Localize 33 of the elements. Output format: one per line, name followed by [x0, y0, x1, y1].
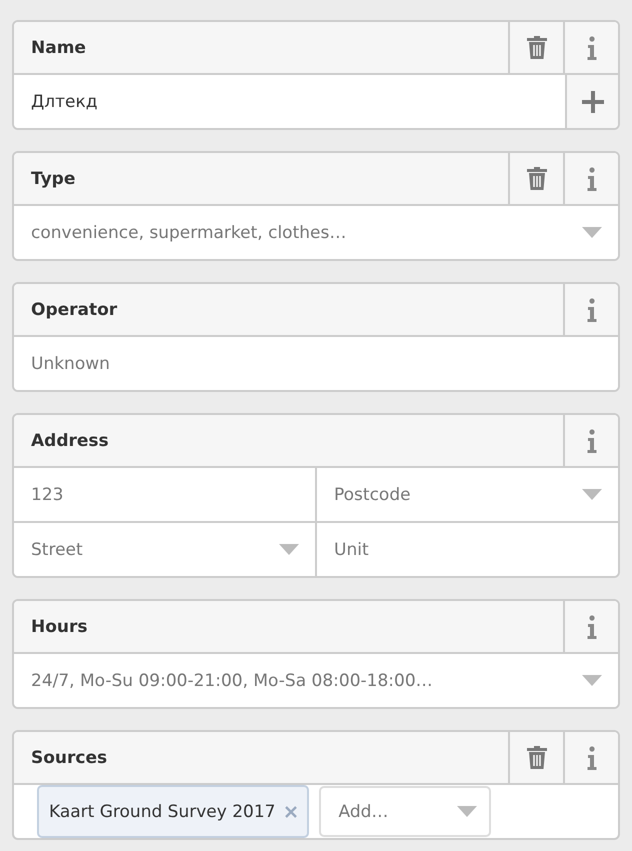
info-icon: [586, 36, 596, 60]
field-label: Type: [30, 168, 76, 190]
field-label: Sources: [30, 746, 108, 770]
info-icon: [586, 614, 596, 638]
caret-icon: [582, 227, 602, 238]
info-icon: [586, 298, 596, 322]
trash-icon: [526, 167, 546, 190]
info-button[interactable]: [563, 415, 618, 466]
caret-icon: [279, 544, 299, 555]
close-icon: [285, 806, 298, 818]
info-button[interactable]: [563, 601, 618, 652]
info-icon: [586, 746, 596, 770]
add-button[interactable]: [565, 75, 618, 128]
caret-icon: [582, 489, 602, 500]
field-label: Hours: [30, 616, 89, 638]
caret-icon: [457, 806, 478, 817]
info-icon: [586, 428, 596, 452]
info-button[interactable]: [563, 284, 618, 335]
info-button[interactable]: [563, 153, 618, 204]
plus-icon: [582, 90, 604, 112]
info-icon: [586, 166, 596, 190]
info-button[interactable]: [563, 732, 618, 783]
info-button[interactable]: [563, 22, 618, 73]
add-combo-field[interactable]: Add…: [319, 786, 492, 837]
field-label: Name: [30, 36, 87, 60]
trash-icon: [526, 36, 546, 59]
caret-icon: [582, 675, 602, 686]
chip-label: Kaart Ground Survey 2017: [49, 802, 276, 822]
trash-icon: [526, 746, 546, 769]
field-label: Operator: [30, 298, 118, 322]
remove-chip-button[interactable]: [285, 806, 298, 818]
add-input[interactable]: Add…: [321, 788, 458, 835]
field-label: Address: [30, 430, 110, 452]
